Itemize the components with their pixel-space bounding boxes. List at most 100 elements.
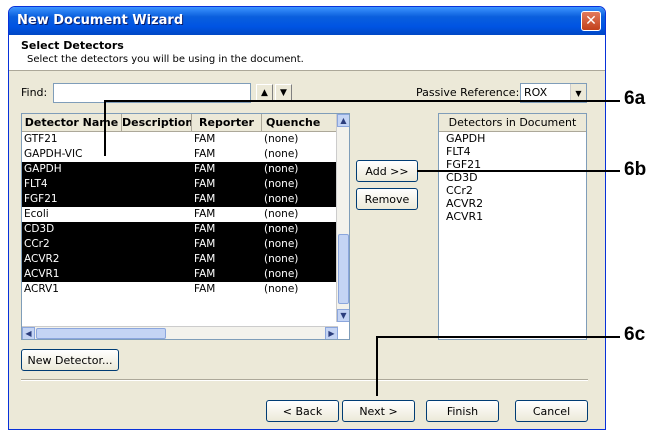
table-row[interactable]: GTF21 FAM (none) (22, 132, 338, 147)
table-row[interactable]: GAPDH FAM (none) (22, 162, 338, 177)
list-item[interactable]: GAPDH (439, 132, 586, 145)
table-cell: CD3D (24, 223, 55, 235)
detectors-table[interactable]: Detector Name Description Reporter Quenc… (21, 113, 350, 340)
column-header[interactable]: Quenche (262, 114, 338, 132)
table-cell: FAM (194, 283, 216, 295)
callout-6b-label: 6b (624, 159, 647, 180)
cancel-button[interactable]: Cancel (515, 400, 588, 422)
finish-button[interactable]: Finish (426, 400, 499, 422)
table-row[interactable]: FLT4 FAM (none) (22, 177, 338, 192)
table-cell (122, 162, 192, 177)
table-cell (122, 192, 192, 207)
list-items: GAPDH FLT4 FGF21 CD3D CCr2 ACVR2 ACVR1 (439, 132, 586, 223)
callout-6c-vertical (376, 336, 378, 396)
table-row[interactable]: ACRV1 FAM (none) (22, 282, 338, 297)
table-cell: FAM (194, 193, 216, 205)
remove-button[interactable]: Remove (356, 188, 418, 210)
list-header: Detectors in Document (439, 114, 586, 132)
table-cell: GAPDH (24, 163, 62, 175)
table-row[interactable]: ACVR1 FAM (none) (22, 267, 338, 282)
scroll-up-icon[interactable]: ▲ (337, 114, 349, 127)
table-cell: (none) (264, 178, 299, 190)
table-cell: (none) (264, 193, 299, 205)
table-cell: FAM (194, 178, 216, 190)
table-cell: FAM (194, 223, 216, 235)
table-cell: (none) (264, 223, 299, 235)
table-cell (122, 207, 192, 222)
table-cell (122, 177, 192, 192)
separator (21, 379, 588, 381)
table-cell: GAPDH-VIC (24, 148, 83, 160)
callout-6c-label: 6c (624, 324, 646, 345)
table-cell: (none) (264, 238, 299, 250)
table-cell (122, 132, 192, 147)
table-row[interactable]: FGF21 FAM (none) (22, 192, 338, 207)
passive-reference-value: ROX (524, 86, 548, 99)
table-cell: CCr2 (24, 238, 50, 250)
table-cell: ACRV1 (24, 283, 59, 295)
scroll-thumb[interactable] (36, 328, 166, 339)
new-detector-button[interactable]: New Detector... (21, 349, 119, 371)
table-cell: (none) (264, 268, 299, 280)
back-button[interactable]: < Back (266, 400, 339, 422)
callout-6b-line (417, 170, 620, 172)
column-header[interactable]: Description (122, 114, 192, 132)
table-cell: (none) (264, 253, 299, 265)
title-bar[interactable]: New Document Wizard ✕ (9, 7, 605, 35)
scroll-down-icon[interactable]: ▼ (337, 309, 349, 322)
scroll-left-icon[interactable]: ◀ (22, 327, 35, 339)
close-button[interactable]: ✕ (581, 11, 601, 31)
table-cell: FAM (194, 238, 216, 250)
list-item[interactable]: ACVR1 (439, 210, 586, 223)
table-cell: FAM (194, 253, 216, 265)
table-cell: Ecoli (24, 208, 49, 220)
horizontal-scrollbar[interactable]: ◀ ▶ (22, 326, 338, 339)
callout-6a-horizontal (104, 100, 620, 102)
table-cell: FAM (194, 268, 216, 280)
table-cell (122, 222, 192, 237)
column-header[interactable]: Reporter (192, 114, 262, 132)
table-header: Detector Name Description Reporter Quenc… (22, 114, 338, 132)
table-cell: FAM (194, 163, 216, 175)
table-cell: ACVR1 (24, 268, 60, 280)
detectors-in-document-list[interactable]: Detectors in Document GAPDH FLT4 FGF21 CD3D… (438, 113, 587, 340)
table-cell: FAM (194, 133, 216, 145)
table-cell: ACVR2 (24, 253, 60, 265)
down-arrow-icon: ▼ (280, 88, 287, 98)
add-button[interactable]: Add >> (356, 160, 418, 182)
table-cell: (none) (264, 208, 299, 220)
list-item[interactable]: CD3D (439, 171, 586, 184)
table-cell (122, 252, 192, 267)
up-arrow-icon: ▲ (261, 88, 268, 98)
list-item[interactable]: CCr2 (439, 184, 586, 197)
table-row[interactable]: CCr2 FAM (none) (22, 237, 338, 252)
callout-6a-label: 6a (624, 88, 646, 109)
callout-6c-horizontal (376, 336, 620, 338)
table-cell: FGF21 (24, 193, 58, 205)
list-item[interactable]: ACVR2 (439, 197, 586, 210)
table-cell (122, 147, 192, 162)
list-item[interactable]: FLT4 (439, 145, 586, 158)
table-row[interactable]: CD3D FAM (none) (22, 222, 338, 237)
table-row[interactable]: GAPDH-VIC FAM (none) (22, 147, 338, 162)
table-row[interactable]: ACVR2 FAM (none) (22, 252, 338, 267)
table-cell (122, 282, 192, 297)
next-button[interactable]: Next > (342, 400, 415, 422)
window-title: New Document Wizard (17, 13, 184, 28)
wizard-header: Select Detectors Select the detectors yo… (9, 35, 605, 71)
table-cell (122, 237, 192, 252)
vertical-scrollbar[interactable]: ▲ ▼ (336, 114, 349, 322)
table-cell: FAM (194, 208, 216, 220)
table-row[interactable]: Ecoli FAM (none) (22, 207, 338, 222)
table-body: GTF21 FAM (none) GAPDH-VIC FAM (none) GAPDH FAM… (22, 132, 338, 297)
column-header[interactable]: Detector Name (22, 114, 122, 132)
page-subtitle: Select the detectors you will be using i… (27, 54, 304, 65)
passive-reference-label: Passive Reference: (416, 86, 520, 99)
scroll-right-icon[interactable]: ▶ (325, 327, 338, 339)
scroll-thumb[interactable] (338, 234, 349, 304)
page-title: Select Detectors (21, 39, 124, 52)
wizard-window: New Document Wizard ✕ Select Detectors S… (8, 6, 606, 430)
table-cell: (none) (264, 163, 299, 175)
table-cell: (none) (264, 133, 299, 145)
table-cell: FLT4 (24, 178, 48, 190)
